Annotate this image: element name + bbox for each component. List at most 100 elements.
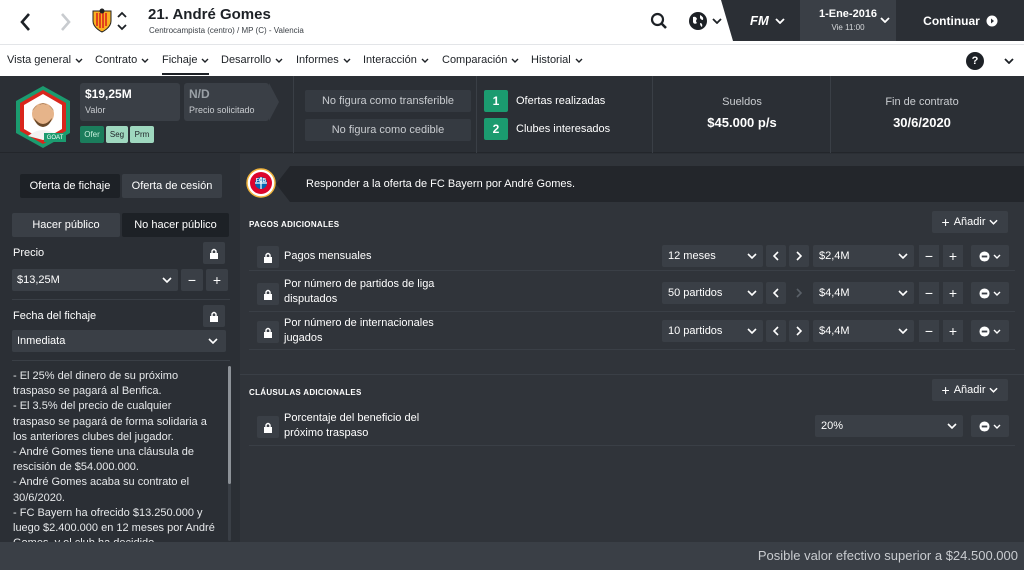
- globe-icon: [689, 12, 707, 30]
- player-switch-icon[interactable]: [117, 10, 127, 32]
- help-button[interactable]: ?: [966, 52, 984, 70]
- chevron-down-icon[interactable]: [880, 17, 890, 23]
- offer-text: Responder a la oferta de FC Bayern por A…: [306, 178, 576, 190]
- search-icon[interactable]: [650, 12, 668, 30]
- chevron-left-icon: [773, 326, 779, 336]
- menu-fichaje[interactable]: Fichaje: [162, 54, 210, 75]
- valencia-crest-icon: [90, 8, 114, 34]
- amount-increase-button[interactable]: +: [943, 320, 963, 342]
- offer-header: Responder a la oferta de FC Bayern por A…: [290, 166, 1024, 202]
- lock-icon: [264, 289, 272, 300]
- lock-icon: [264, 252, 272, 263]
- period-prev-button[interactable]: [766, 320, 786, 342]
- chevron-down-icon: [989, 387, 999, 393]
- chevron-down-icon: [421, 58, 429, 63]
- make-public-button[interactable]: Hacer público: [12, 213, 120, 237]
- tab-transfer-offer[interactable]: Oferta de fichaje: [20, 174, 120, 198]
- chevron-down-icon: [947, 423, 957, 429]
- period-select[interactable]: 50 partidos: [662, 282, 763, 304]
- pill-prm[interactable]: Prm: [130, 126, 154, 143]
- amount-select[interactable]: $4,4M: [813, 320, 914, 342]
- menu-historial[interactable]: Historial: [531, 54, 583, 66]
- amount-select[interactable]: $4,4M: [813, 282, 914, 304]
- menu-contrato[interactable]: Contrato: [95, 54, 149, 66]
- row-lock-button[interactable]: [257, 283, 279, 305]
- transfer-date-select[interactable]: Inmediata: [12, 330, 226, 352]
- lock-icon: [210, 248, 218, 259]
- minus-circle-icon: [979, 250, 990, 262]
- clause-percentage-select[interactable]: 20%: [815, 415, 963, 437]
- pill-ofer[interactable]: Ofer: [80, 126, 104, 143]
- note-line: - El 25% del dinero de su próximo traspa…: [13, 370, 179, 398]
- price-lock-button[interactable]: [203, 242, 225, 264]
- player-portrait[interactable]: [10, 84, 76, 150]
- chevron-right-icon: [796, 288, 802, 298]
- amount-increase-button[interactable]: +: [943, 282, 963, 304]
- pill-seg[interactable]: Seg: [106, 126, 128, 143]
- notes-scrollbar-thumb[interactable]: [228, 366, 231, 484]
- amount-decrease-button[interactable]: −: [919, 282, 939, 304]
- remove-row-button[interactable]: [971, 320, 1009, 342]
- remove-row-button[interactable]: [971, 245, 1009, 267]
- row-lock-button[interactable]: [257, 321, 279, 343]
- note-line: - André Gomes acaba su contrato el 30/6/…: [13, 476, 190, 504]
- wages-value: $45.000 p/s: [707, 115, 777, 130]
- current-time: Vie 11:00: [831, 23, 865, 32]
- fm-menu-button[interactable]: FM: [750, 13, 785, 28]
- price-input[interactable]: $13,25M: [12, 269, 178, 291]
- chevron-down-icon: [775, 17, 785, 24]
- effective-value-text: Posible valor efectivo superior a $24.50…: [757, 548, 1018, 563]
- menu-informes[interactable]: Informes: [296, 54, 351, 66]
- period-prev-button[interactable]: [766, 245, 786, 267]
- offers-label[interactable]: Ofertas realizadas: [516, 95, 605, 107]
- price-increase-button[interactable]: +: [206, 269, 228, 291]
- chevron-down-icon[interactable]: [1004, 58, 1014, 64]
- period-prev-button[interactable]: [766, 282, 786, 304]
- period-select[interactable]: 12 meses: [662, 245, 763, 267]
- chevron-down-icon: [747, 290, 757, 296]
- payment-label: Pagos mensuales: [284, 250, 372, 262]
- chevron-right-icon: [796, 326, 802, 336]
- amount-increase-button[interactable]: +: [943, 245, 963, 267]
- menu-interaccion[interactable]: Interacción: [363, 54, 429, 66]
- period-select[interactable]: 10 partidos: [662, 320, 763, 342]
- menu-desarrollo[interactable]: Desarrollo: [221, 54, 283, 66]
- lock-icon: [264, 327, 272, 338]
- clubs-count[interactable]: 2: [484, 118, 508, 140]
- amount-decrease-button[interactable]: −: [919, 245, 939, 267]
- player-value: $19,25M: [85, 87, 132, 101]
- world-menu-button[interactable]: [688, 11, 722, 31]
- chevron-down-icon: [993, 424, 1001, 429]
- date-lock-button[interactable]: [203, 305, 225, 327]
- continue-button[interactable]: Continuar: [897, 0, 1024, 41]
- back-arrow-icon[interactable]: [12, 8, 38, 36]
- chevron-down-icon: [989, 219, 999, 225]
- period-next-button[interactable]: [789, 282, 809, 304]
- keep-private-button[interactable]: No hacer público: [122, 213, 229, 237]
- period-next-button[interactable]: [789, 245, 809, 267]
- period-next-button[interactable]: [789, 320, 809, 342]
- sub-menu-bar: Vista general Contrato Fichaje Desarroll…: [0, 44, 1024, 76]
- transfer-notes: - El 25% del dinero de su próximo traspa…: [13, 369, 216, 551]
- amount-select[interactable]: $2,4M: [813, 245, 914, 267]
- player-subtitle: Centrocampista (centro) / MP (C) - Valen…: [149, 26, 304, 35]
- add-clause-button[interactable]: + Añadir: [932, 379, 1008, 401]
- chevron-down-icon: [898, 253, 908, 259]
- remove-row-button[interactable]: [971, 282, 1009, 304]
- forward-arrow-icon[interactable]: [53, 8, 79, 36]
- chevron-down-icon: [162, 277, 172, 283]
- clubs-label[interactable]: Clubes interesados: [516, 123, 610, 135]
- price-decrease-button[interactable]: −: [181, 269, 203, 291]
- menu-vista-general[interactable]: Vista general: [7, 54, 83, 66]
- tab-loan-offer[interactable]: Oferta de cesión: [122, 174, 222, 198]
- menu-comparacion[interactable]: Comparación: [442, 54, 519, 66]
- remove-clause-button[interactable]: [971, 415, 1009, 437]
- amount-decrease-button[interactable]: −: [919, 320, 939, 342]
- add-payment-button[interactable]: + Añadir: [932, 211, 1008, 233]
- row-lock-button[interactable]: [257, 416, 279, 438]
- transfer-date-label: Fecha del fichaje: [13, 310, 97, 322]
- offers-count[interactable]: 1: [484, 90, 508, 112]
- chevron-right-icon: [796, 251, 802, 261]
- row-lock-button[interactable]: [257, 246, 279, 268]
- chevron-down-icon: [747, 253, 757, 259]
